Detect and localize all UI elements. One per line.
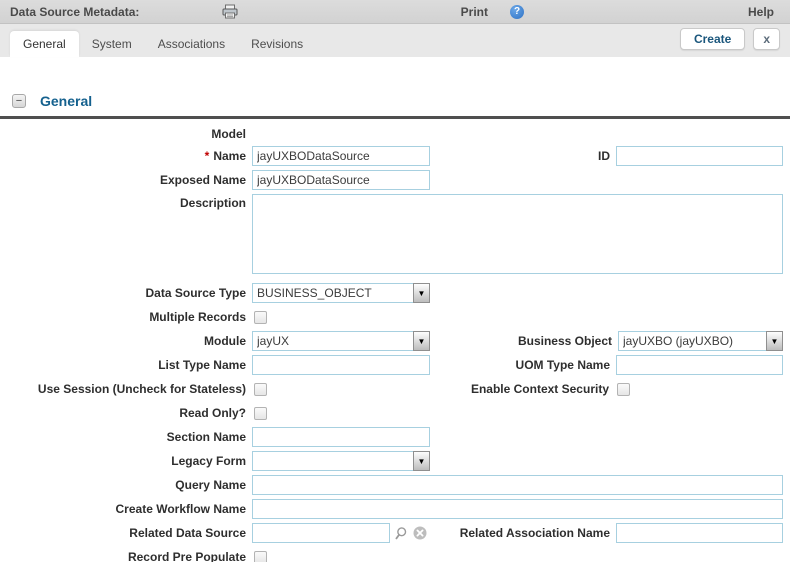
id-label: ID bbox=[598, 149, 610, 163]
title-bar: Data Source Metadata: Print ? Help bbox=[0, 0, 790, 24]
lookup-button[interactable] bbox=[394, 526, 409, 541]
name-label: * Name bbox=[204, 149, 246, 163]
help-label: Help bbox=[747, 4, 774, 19]
chevron-down-icon: ▼ bbox=[413, 451, 430, 471]
legacy-form-label: Legacy Form bbox=[171, 454, 246, 468]
multiple-records-row: Multiple Records bbox=[0, 307, 790, 327]
tab-system[interactable]: System bbox=[79, 31, 145, 57]
description-row: Description bbox=[0, 194, 790, 274]
business-object-select[interactable]: jayUXBO (jayUXBO) ▼ bbox=[618, 331, 783, 351]
close-circle-icon bbox=[413, 526, 427, 540]
exposed-name-input[interactable] bbox=[252, 170, 430, 190]
section-title: General bbox=[40, 93, 93, 109]
model-row: Model bbox=[0, 126, 790, 142]
query-name-input[interactable] bbox=[252, 475, 783, 495]
record-pre-populate-checkbox[interactable] bbox=[254, 550, 267, 562]
collapse-section-button[interactable]: − bbox=[12, 94, 26, 108]
section-header: − General bbox=[12, 93, 790, 109]
create-workflow-name-row: Create Workflow Name bbox=[0, 499, 790, 519]
help-icon: ? bbox=[510, 4, 524, 19]
read-only-checkbox[interactable] bbox=[254, 406, 267, 420]
general-form: Model *Name ID Exposed Name Description … bbox=[0, 126, 790, 562]
section-name-label: Section Name bbox=[166, 430, 246, 444]
create-workflow-name-label: Create Workflow Name bbox=[115, 502, 246, 516]
query-name-label: Query Name bbox=[175, 478, 246, 492]
record-pre-populate-label: Record Pre Populate bbox=[127, 550, 246, 562]
print-icon bbox=[222, 4, 238, 19]
tab-bar: General System Associations Revisions Cr… bbox=[0, 24, 790, 57]
tab-general[interactable]: General bbox=[10, 31, 79, 57]
name-input[interactable] bbox=[252, 146, 430, 166]
close-button[interactable]: x bbox=[753, 27, 780, 50]
related-data-source-input[interactable] bbox=[252, 523, 390, 543]
chevron-down-icon: ▼ bbox=[413, 283, 430, 303]
help-button[interactable]: ? Help bbox=[510, 4, 780, 19]
module-row: Module jayUX ▼ Business Object jayUXBO (… bbox=[0, 331, 790, 351]
use-session-checkbox[interactable] bbox=[254, 382, 267, 396]
read-only-label: Read Only? bbox=[179, 406, 246, 420]
create-button[interactable]: Create bbox=[679, 27, 746, 50]
module-label: Module bbox=[204, 334, 246, 348]
name-row: *Name ID bbox=[0, 146, 790, 166]
related-data-source-label: Related Data Source bbox=[129, 526, 246, 540]
uom-type-name-input[interactable] bbox=[616, 355, 783, 375]
module-select[interactable]: jayUX ▼ bbox=[252, 331, 430, 351]
data-source-type-select[interactable]: BUSINESS_OBJECT ▼ bbox=[252, 283, 430, 303]
tab-revisions[interactable]: Revisions bbox=[238, 31, 316, 57]
use-session-label: Use Session (Uncheck for Stateless) bbox=[37, 382, 246, 396]
legacy-form-select[interactable]: ▼ bbox=[252, 451, 430, 471]
section-name-row: Section Name bbox=[0, 427, 790, 447]
exposed-name-label: Exposed Name bbox=[159, 173, 246, 187]
description-label: Description bbox=[179, 196, 246, 210]
tab-associations[interactable]: Associations bbox=[145, 31, 238, 57]
clear-button[interactable] bbox=[413, 526, 427, 540]
use-session-row: Use Session (Uncheck for Stateless) Enab… bbox=[0, 379, 790, 399]
enable-context-security-checkbox[interactable] bbox=[617, 382, 630, 396]
search-icon bbox=[395, 526, 407, 539]
related-data-source-row: Related Data Source Related Association … bbox=[0, 523, 790, 543]
uom-type-name-label: UOM Type Name bbox=[515, 358, 610, 372]
print-button[interactable]: Print bbox=[222, 4, 494, 19]
id-input[interactable] bbox=[616, 146, 783, 166]
query-name-row: Query Name bbox=[0, 475, 790, 495]
data-source-type-row: Data Source Type BUSINESS_OBJECT ▼ bbox=[0, 283, 790, 303]
section-name-input[interactable] bbox=[252, 427, 430, 447]
enable-context-security-label: Enable Context Security bbox=[470, 382, 609, 396]
section-divider bbox=[0, 116, 790, 119]
read-only-row: Read Only? bbox=[0, 403, 790, 423]
record-pre-populate-row: Record Pre Populate bbox=[0, 547, 790, 562]
required-marker: * bbox=[204, 149, 210, 163]
list-type-name-input[interactable] bbox=[252, 355, 430, 375]
related-association-name-label: Related Association Name bbox=[459, 526, 610, 540]
data-source-type-label: Data Source Type bbox=[145, 286, 246, 300]
page-title: Data Source Metadata: bbox=[10, 4, 140, 19]
model-label: Model bbox=[211, 127, 246, 141]
legacy-form-row: Legacy Form ▼ bbox=[0, 451, 790, 471]
list-type-name-label: List Type Name bbox=[158, 358, 246, 372]
chevron-down-icon: ▼ bbox=[766, 331, 783, 351]
description-textarea[interactable] bbox=[252, 194, 783, 274]
related-association-name-input[interactable] bbox=[616, 523, 783, 543]
list-type-name-row: List Type Name UOM Type Name bbox=[0, 355, 790, 375]
business-object-label: Business Object bbox=[517, 334, 612, 348]
exposed-name-row: Exposed Name bbox=[0, 170, 790, 190]
print-label: Print bbox=[460, 4, 488, 19]
create-workflow-name-input[interactable] bbox=[252, 499, 783, 519]
chevron-down-icon: ▼ bbox=[413, 331, 430, 351]
multiple-records-checkbox[interactable] bbox=[254, 310, 267, 324]
multiple-records-label: Multiple Records bbox=[149, 310, 246, 324]
